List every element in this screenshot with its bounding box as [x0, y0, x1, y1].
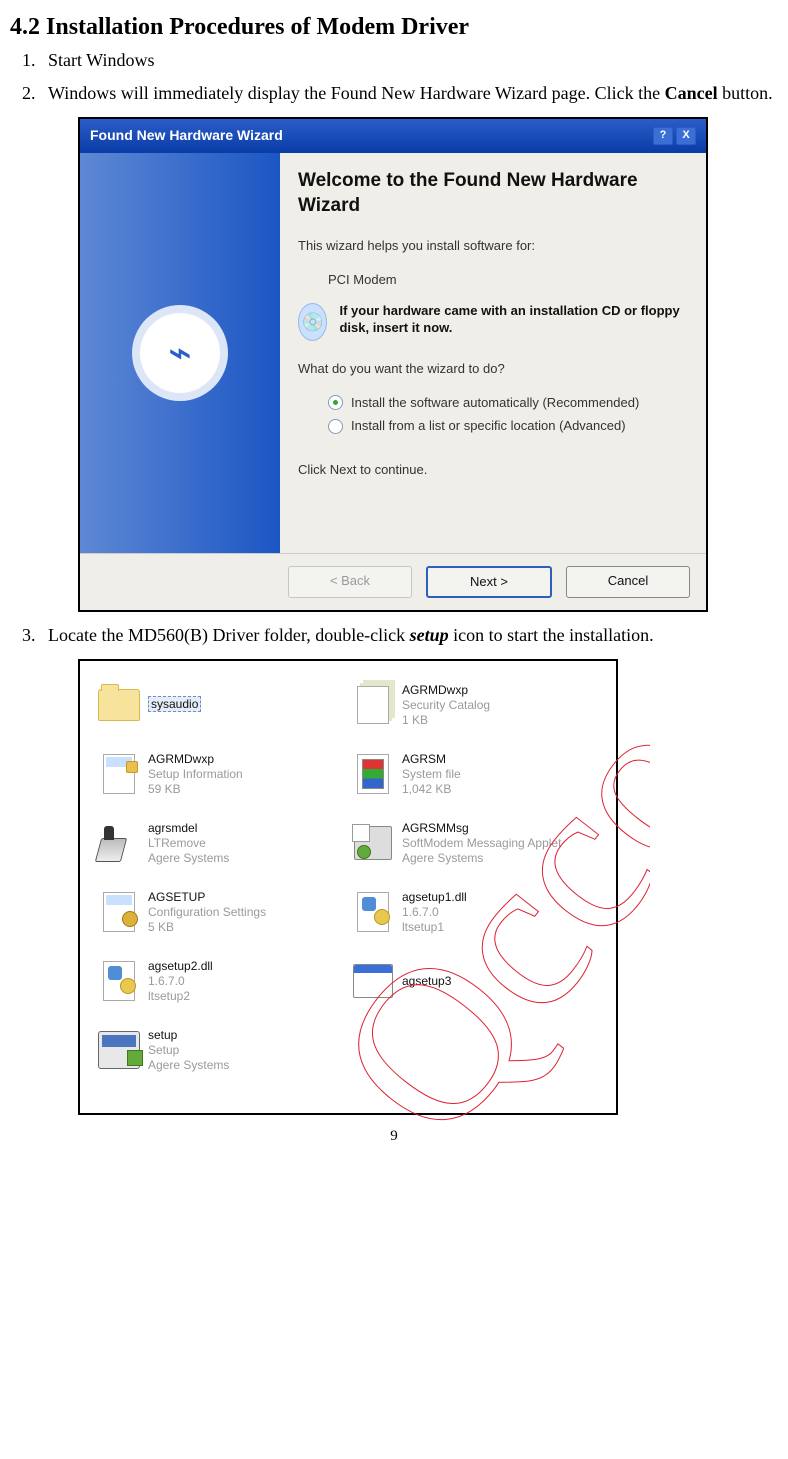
file-item[interactable]: agsetup3 — [348, 953, 602, 1022]
help-icon[interactable]: ? — [653, 127, 673, 145]
step-2: Windows will immediately display the Fou… — [40, 80, 778, 612]
wizard-heading: Welcome to the Found New Hardware Wizard — [298, 169, 688, 218]
sys-icon — [352, 753, 394, 795]
file-desc: 1.6.7.0 — [402, 905, 467, 920]
file-desc2: 1,042 KB — [402, 782, 461, 797]
file-desc: LTRemove — [148, 836, 229, 851]
file-desc2: 59 KB — [148, 782, 243, 797]
radio-auto[interactable]: Install the software automatically (Reco… — [328, 393, 688, 413]
file-item[interactable]: sysaudio — [94, 677, 348, 746]
file-item[interactable]: AGRSMMsgSoftModem Messaging AppletAgere … — [348, 815, 602, 884]
file-name: AGRSM — [402, 752, 461, 767]
wizard-screenshot: Found New Hardware Wizard ? X ⌁ Welcome … — [78, 117, 778, 612]
file-desc: Configuration Settings — [148, 905, 266, 920]
file-name: sysaudio — [148, 696, 201, 712]
file-text: agrsmdelLTRemoveAgere Systems — [148, 821, 229, 866]
file-desc2: 1 KB — [402, 713, 490, 728]
step-3: Locate the MD560(B) Driver folder, doubl… — [40, 622, 778, 1115]
file-name: AGRMDwxp — [148, 752, 243, 767]
file-desc: SoftModem Messaging Applet — [402, 836, 561, 851]
step-2-text: Windows will immediately display the Fou… — [40, 83, 773, 103]
file-desc: Setup — [148, 1043, 229, 1058]
cfg-icon — [98, 891, 140, 933]
file-text: AGRMDwxpSetup Information59 KB — [148, 752, 243, 797]
file-item[interactable]: AGSETUPConfiguration Settings5 KB — [94, 884, 348, 953]
cat-icon — [352, 684, 394, 726]
step-3-text: Locate the MD560(B) Driver folder, doubl… — [40, 625, 654, 645]
wizard-titlebar: Found New Hardware Wizard ? X — [80, 119, 706, 153]
wizard-continue: Click Next to continue. — [298, 460, 688, 480]
file-name: setup — [148, 1028, 229, 1043]
file-text: AGRSMMsgSoftModem Messaging AppletAgere … — [402, 821, 561, 866]
file-name: agsetup1.dll — [402, 890, 467, 905]
file-desc2: Agere Systems — [402, 851, 561, 866]
file-name: agsetup3 — [402, 974, 451, 989]
close-icon[interactable]: X — [676, 127, 696, 145]
step-1-text: Start Windows — [40, 50, 154, 70]
file-desc: Setup Information — [148, 767, 243, 782]
step-1: Start Windows — [40, 47, 778, 74]
file-desc: Security Catalog — [402, 698, 490, 713]
radio-icon — [328, 395, 343, 410]
file-text: agsetup2.dll1.6.7.0ltsetup2 — [148, 959, 213, 1004]
wizard-title: Found New Hardware Wizard — [90, 125, 283, 146]
win-icon — [352, 960, 394, 1002]
file-item[interactable]: agsetup1.dll1.6.7.0ltsetup1 — [348, 884, 602, 953]
file-desc2: 5 KB — [148, 920, 266, 935]
file-text: AGRMDwxpSecurity Catalog1 KB — [402, 683, 490, 728]
file-name: AGRMDwxp — [402, 683, 490, 698]
radio-icon — [328, 419, 343, 434]
file-name: agsetup2.dll — [148, 959, 213, 974]
back-button: < Back — [288, 566, 412, 598]
wizard-device: PCI Modem — [298, 270, 688, 290]
file-text: sysaudio — [148, 696, 201, 714]
folder-screenshot: sysaudioAGRMDwxpSecurity Catalog1 KBAGRM… — [78, 659, 778, 1115]
file-text: AGRSMSystem file1,042 KB — [402, 752, 461, 797]
wizard-intro: This wizard helps you install software f… — [298, 236, 688, 256]
file-text: setupSetupAgere Systems — [148, 1028, 229, 1073]
file-text: agsetup3 — [402, 974, 451, 989]
next-button[interactable]: Next > — [426, 566, 552, 598]
app-icon — [352, 822, 394, 864]
file-name: AGRSMMsg — [402, 821, 561, 836]
file-desc2: ltsetup2 — [148, 989, 213, 1004]
file-desc2: ltsetup1 — [402, 920, 467, 935]
file-name: AGSETUP — [148, 890, 266, 905]
inf-icon — [98, 753, 140, 795]
file-name: agrsmdel — [148, 821, 229, 836]
page-number: 9 — [0, 1128, 788, 1145]
section-heading: 4.2 Installation Procedures of Modem Dri… — [10, 14, 778, 41]
cancel-button[interactable]: Cancel — [566, 566, 690, 598]
folder-icon — [98, 684, 140, 726]
file-desc: System file — [402, 767, 461, 782]
file-desc2: Agere Systems — [148, 1058, 229, 1073]
file-item[interactable]: AGRSMSystem file1,042 KB — [348, 746, 602, 815]
wizard-prompt: What do you want the wizard to do? — [298, 359, 688, 379]
setup-icon — [98, 1029, 140, 1071]
radio-auto-label: Install the software automatically (Reco… — [351, 393, 639, 413]
file-item[interactable]: AGRMDwxpSetup Information59 KB — [94, 746, 348, 815]
dll-icon — [98, 960, 140, 1002]
wizard-sidebar-icon: ⌁ — [140, 313, 220, 393]
cd-text: If your hardware came with an installati… — [339, 303, 688, 337]
file-desc2: Agere Systems — [148, 851, 229, 866]
file-item[interactable]: agrsmdelLTRemoveAgere Systems — [94, 815, 348, 884]
file-desc: 1.6.7.0 — [148, 974, 213, 989]
cd-icon: 💿 — [298, 303, 327, 341]
file-text: agsetup1.dll1.6.7.0ltsetup1 — [402, 890, 467, 935]
file-item[interactable]: setupSetupAgere Systems — [94, 1022, 348, 1091]
file-item[interactable]: agsetup2.dll1.6.7.0ltsetup2 — [94, 953, 348, 1022]
file-item[interactable]: AGRMDwxpSecurity Catalog1 KB — [348, 677, 602, 746]
exe-ltr-icon — [98, 822, 140, 864]
file-text: AGSETUPConfiguration Settings5 KB — [148, 890, 266, 935]
radio-advanced-label: Install from a list or specific location… — [351, 416, 626, 436]
radio-advanced[interactable]: Install from a list or specific location… — [328, 416, 688, 436]
wizard-sidebar: ⌁ — [80, 153, 280, 553]
dll-icon — [352, 891, 394, 933]
